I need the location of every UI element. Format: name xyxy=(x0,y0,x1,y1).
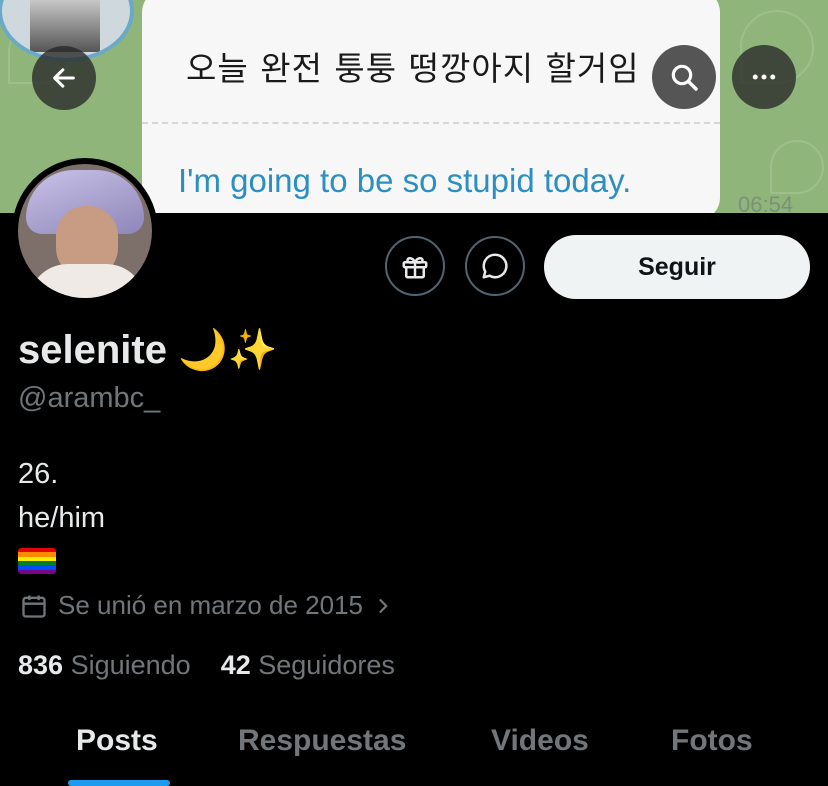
more-button[interactable] xyxy=(732,45,796,109)
message-time: 06:54 xyxy=(738,192,794,213)
korean-text: 오늘 완전 퉁퉁 떵깡아지 할거임 xyxy=(186,49,640,88)
followers-count: 42 xyxy=(220,650,251,680)
profile-tabs: Posts Respuestas Videos Fotos xyxy=(0,720,828,786)
back-arrow-icon xyxy=(53,68,75,88)
search-button[interactable] xyxy=(652,45,716,109)
message-button[interactable] xyxy=(465,236,525,296)
bio: 26. he/him xyxy=(18,452,105,574)
search-icon xyxy=(671,64,698,91)
tab-respuestas[interactable]: Respuestas xyxy=(238,724,406,758)
more-icon xyxy=(752,74,776,80)
tab-posts[interactable]: Posts xyxy=(76,724,158,758)
gift-button[interactable] xyxy=(385,236,445,296)
display-name: selenite 🌙✨ xyxy=(18,328,278,372)
user-handle: @arambc_ xyxy=(18,382,161,414)
active-tab-indicator xyxy=(68,780,170,786)
gift-icon xyxy=(402,257,428,279)
following-label: Siguiendo xyxy=(70,650,191,680)
rainbow-flag-icon xyxy=(18,548,56,574)
calendar-icon xyxy=(22,595,46,618)
avatar[interactable] xyxy=(12,158,158,304)
followers-link[interactable]: 42 Seguidores xyxy=(221,650,395,680)
divider xyxy=(142,122,720,124)
follow-stats: 836 Siguiendo 42 Seguidores xyxy=(18,650,395,681)
join-date[interactable]: Se unió en marzo de 2015 xyxy=(20,590,393,621)
avatar-photo xyxy=(18,164,152,298)
tab-videos[interactable]: Videos xyxy=(491,724,589,758)
follow-button[interactable]: Seguir xyxy=(544,235,810,299)
leaf-decoration xyxy=(770,140,824,194)
followers-label: Seguidores xyxy=(258,650,395,680)
message-icon xyxy=(482,253,508,279)
bio-line: 26. xyxy=(18,458,59,490)
following-count: 836 xyxy=(18,650,64,680)
tab-fotos[interactable]: Fotos xyxy=(671,724,753,758)
chevron-right-icon xyxy=(379,598,388,613)
translation-text: I'm going to be so stupid today. xyxy=(178,162,632,199)
chat-bubble: 오늘 완전 퉁퉁 떵깡아지 할거임 I'm going to be so stu… xyxy=(142,0,720,213)
bio-line: he/him xyxy=(18,502,106,534)
join-date-text: Se unió en marzo de 2015 xyxy=(58,590,363,620)
back-button[interactable] xyxy=(32,46,96,110)
following-link[interactable]: 836 Siguiendo xyxy=(18,650,191,680)
